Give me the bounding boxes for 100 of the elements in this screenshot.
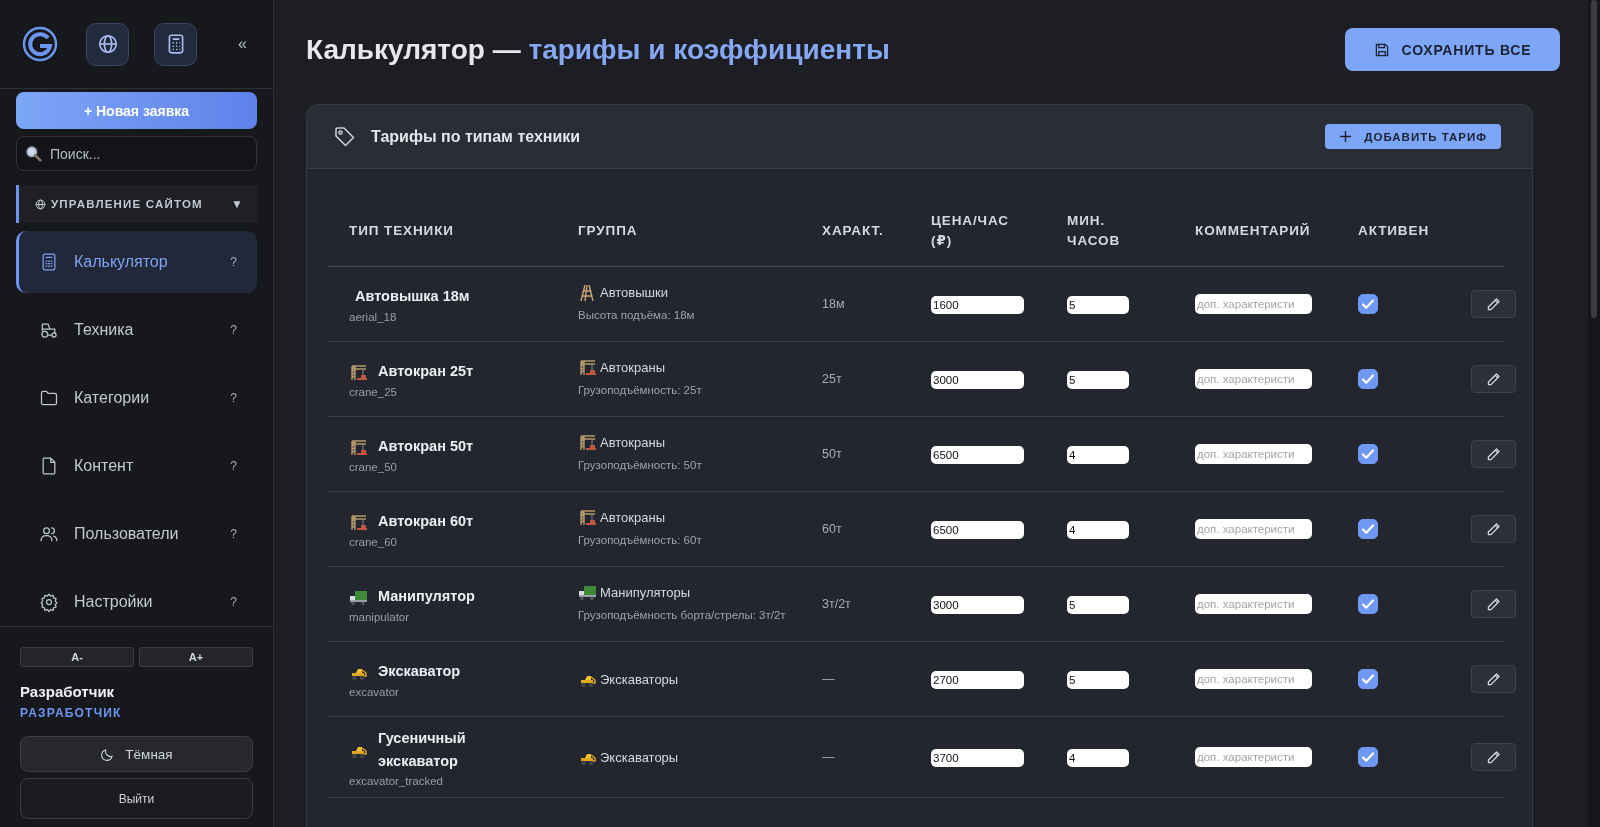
nav-item[interactable]: Калькулятор ? (16, 231, 257, 293)
active-checkbox[interactable] (1358, 519, 1378, 539)
spec-text: 60т (822, 522, 842, 536)
edit-button[interactable] (1471, 590, 1516, 618)
equipment-code: crane_25 (349, 385, 398, 398)
equipment-code: crane_50 (349, 460, 398, 473)
spec-text: — (822, 750, 835, 765)
font-size-button[interactable]: A- (20, 647, 134, 667)
active-checkbox[interactable] (1358, 747, 1378, 768)
crane-icon (578, 358, 597, 376)
column-header: МИН. ЧАСОВ (1046, 196, 1174, 267)
scrollbar[interactable] (1588, 0, 1600, 827)
nav-item[interactable]: Настройки ? (16, 571, 257, 626)
comment-field[interactable]: доп. характеристи (1195, 594, 1312, 614)
globe-icon (96, 33, 119, 55)
nav-label: Пользователи (74, 525, 180, 543)
price-field[interactable]: 1600 (931, 295, 1024, 314)
column-header: ХАРАКТ. (801, 196, 910, 267)
crane-icon (578, 433, 597, 451)
active-checkbox[interactable] (1358, 594, 1378, 614)
nav-item[interactable]: Контент ? (16, 435, 257, 497)
truck-icon (578, 583, 597, 601)
edit-button[interactable] (1471, 743, 1516, 772)
price-field[interactable]: 3000 (931, 595, 1024, 614)
section-header[interactable]: УПРАВЛЕНИЕ САЙТОМ ▼ (16, 185, 257, 223)
comment-field[interactable]: доп. характеристи (1195, 519, 1312, 539)
pencil-icon (1485, 445, 1502, 463)
nav-item[interactable]: Техника ? (16, 299, 257, 361)
search-field[interactable]: Поиск... (16, 136, 257, 171)
min-hours-field[interactable]: 4 (1067, 748, 1129, 767)
min-hours-field[interactable]: 5 (1067, 595, 1129, 614)
caret-icon: ▼ (231, 197, 243, 211)
nav-label: Категории (74, 389, 151, 407)
edit-button[interactable] (1471, 515, 1516, 543)
add-tariff-button[interactable]: ДОБАВИТЬ ТАРИФ (1325, 124, 1501, 149)
calculator-button[interactable] (154, 22, 197, 66)
globe-button[interactable] (86, 22, 129, 66)
min-hours-field[interactable]: 4 (1067, 445, 1129, 464)
column-header: ЦЕНА/ЧАС (₽) (910, 196, 1046, 267)
active-checkbox[interactable] (1358, 444, 1378, 464)
settings-icon (39, 592, 59, 612)
save-icon (1373, 41, 1390, 58)
help-hint: ? (230, 391, 237, 405)
active-checkbox[interactable] (1358, 369, 1378, 389)
group-note: Грузоподъёмность: 50т (578, 457, 703, 473)
theme-button[interactable]: Тёмная (20, 736, 253, 772)
group-name: Автовышки (600, 284, 668, 300)
plus-icon (1339, 130, 1353, 143)
active-checkbox[interactable] (1358, 669, 1378, 689)
comment-field[interactable]: доп. характеристи (1195, 669, 1312, 689)
save-all-button[interactable]: СОХРАНИТЬ ВСЕ (1345, 28, 1560, 71)
group-name: Экскаваторы (600, 671, 679, 687)
folder-icon (39, 388, 59, 408)
edit-button[interactable] (1471, 365, 1516, 393)
min-hours-field[interactable]: 5 (1067, 370, 1129, 389)
comment-field[interactable]: доп. характеристи (1195, 747, 1312, 768)
min-hours-field[interactable]: 5 (1067, 670, 1129, 689)
nav-label: Техника (74, 321, 135, 339)
crane-icon (349, 363, 368, 381)
nav-label: Настройки (74, 593, 154, 611)
price-field[interactable]: 3700 (931, 748, 1024, 767)
nav-item[interactable]: Категории ? (16, 367, 257, 429)
group-name: Автокраны (600, 359, 665, 375)
comment-field[interactable]: доп. характеристи (1195, 369, 1312, 389)
equipment-name: Автокран 25т (378, 362, 474, 382)
equipment-code: manipulator (349, 610, 411, 623)
logout-button[interactable]: Выйти (20, 778, 253, 819)
spec-text: 18м (822, 297, 845, 311)
comment-field[interactable]: доп. характеристи (1195, 294, 1312, 314)
page-title-accent: тарифы и коэффициенты (528, 33, 890, 65)
group-note: Грузоподъёмность борта/стрелы: 3т/2т (578, 607, 787, 623)
scroll-thumb[interactable] (1591, 0, 1597, 318)
equipment-name: Экскаватор (378, 662, 461, 682)
font-size-button[interactable]: A+ (139, 647, 253, 667)
tag-icon (333, 124, 357, 149)
help-hint: ? (230, 459, 237, 473)
moon-icon (100, 746, 116, 762)
comment-field[interactable]: доп. характеристи (1195, 444, 1312, 464)
edit-button[interactable] (1471, 290, 1516, 318)
edit-button[interactable] (1471, 440, 1516, 468)
equipment-code: excavator_tracked (349, 775, 444, 788)
price-field[interactable]: 3000 (931, 370, 1024, 389)
spec-text: 50т (822, 447, 842, 461)
price-field[interactable]: 6500 (931, 445, 1024, 464)
min-hours-field[interactable]: 5 (1067, 295, 1129, 314)
nav-item[interactable]: Пользователи ? (16, 503, 257, 565)
collapse-button[interactable]: « (234, 35, 251, 53)
group-note: Высота подъёма: 18м (578, 307, 696, 323)
price-field[interactable]: 6500 (931, 520, 1024, 539)
price-field[interactable]: 2700 (931, 670, 1024, 689)
min-hours-field[interactable]: 4 (1067, 520, 1129, 539)
help-hint: ? (230, 595, 237, 609)
active-checkbox[interactable] (1358, 294, 1378, 314)
edit-button[interactable] (1471, 665, 1516, 693)
group-name: Автокраны (600, 509, 665, 525)
column-header: ТИП ТЕХНИКИ (328, 196, 557, 267)
equipment-name: Автокран 50т (378, 437, 474, 457)
ladder-icon (578, 283, 597, 301)
group-name: Манипуляторы (600, 584, 691, 600)
user-name: Разработчик (20, 683, 116, 700)
